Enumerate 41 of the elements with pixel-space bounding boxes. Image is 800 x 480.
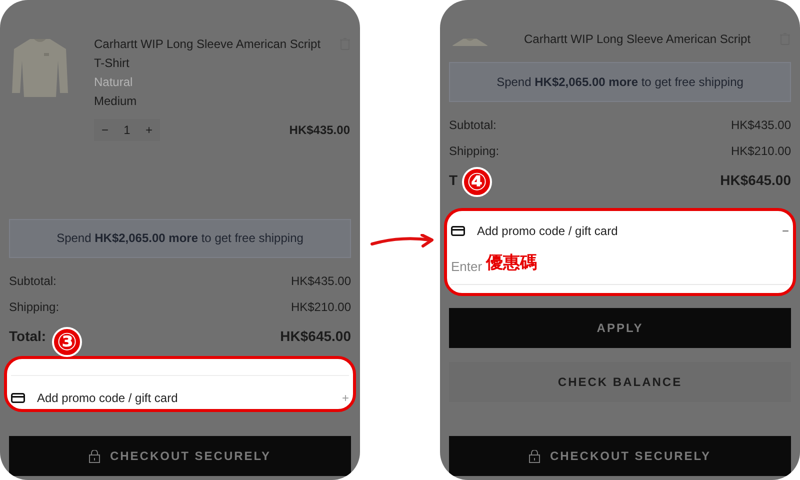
quantity-value: 1 <box>122 122 132 139</box>
checkout-button[interactable]: CHECKOUT SECURELY <box>9 436 351 476</box>
summary-value: HK$210.00 <box>290 299 351 316</box>
summary-value: HK$435.00 <box>730 117 791 134</box>
card-icon <box>451 226 465 236</box>
summary-label: Subtotal: <box>449 117 496 134</box>
promo-toggle-label[interactable]: Add promo code / gift card <box>477 222 770 240</box>
lock-icon <box>528 450 540 462</box>
promo-code-field[interactable]: Enter 優惠碼 <box>451 249 789 285</box>
summary-label: Shipping: <box>9 299 60 316</box>
minus-button[interactable]: − <box>94 121 116 139</box>
product-title: T-Shirt <box>94 55 130 72</box>
annotation-label: 優惠碼 <box>486 252 538 274</box>
field-placeholder: Enter <box>451 258 482 276</box>
step-badge: ③ <box>52 327 82 357</box>
product-size: Medium <box>94 93 138 110</box>
product-title: Carhartt WIP Long Sleeve American Script <box>524 31 751 48</box>
shipping-banner: Spend HK$2,065.00 more to get free shipping <box>449 62 791 102</box>
check-balance-button[interactable]: CHECK BALANCE <box>449 362 791 402</box>
card-icon <box>11 392 25 402</box>
apply-button[interactable]: APPLY <box>449 308 791 348</box>
arrow-icon <box>370 234 434 248</box>
plus-button[interactable]: + <box>138 121 160 139</box>
summary-label: Total: <box>9 326 46 346</box>
summary-label: Shipping: <box>449 143 500 160</box>
product-variant: Natural <box>94 74 134 91</box>
checkout-button[interactable]: CHECKOUT SECURELY <box>449 436 791 476</box>
product-price: HK$435.00 <box>289 122 350 139</box>
summary-label: Subtotal: <box>9 273 56 290</box>
lock-icon <box>88 450 100 462</box>
promo-toggle-label[interactable]: Add promo code / gift card <box>37 388 330 406</box>
collapse-icon[interactable]: − <box>782 222 789 240</box>
summary-value: HK$645.00 <box>280 326 351 346</box>
product-title: Carhartt WIP Long Sleeve American Script <box>94 36 321 53</box>
step-badge: ④ <box>462 167 492 197</box>
summary-value: HK$435.00 <box>290 273 351 290</box>
summary-label: T <box>449 170 458 190</box>
expand-icon[interactable]: + <box>342 388 349 406</box>
shipping-banner: Spend HK$2,065.00 more to get free shipping <box>9 218 351 258</box>
summary-value: HK$210.00 <box>730 143 791 160</box>
summary-value: HK$645.00 <box>720 170 791 190</box>
